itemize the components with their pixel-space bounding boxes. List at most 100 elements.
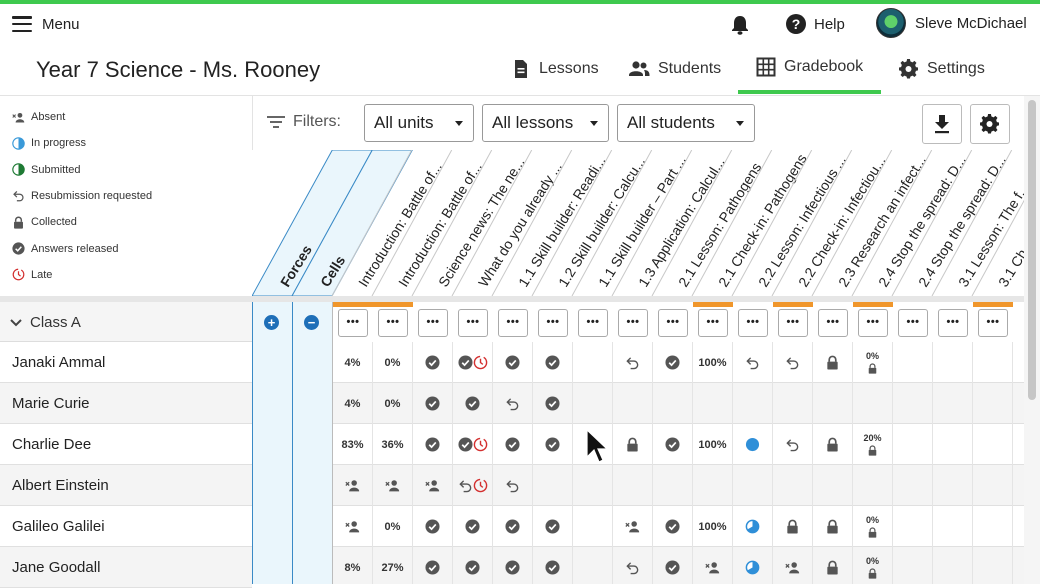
column-actions-button[interactable]: •••	[618, 309, 648, 337]
grade-cell[interactable]	[973, 424, 1013, 465]
grade-cell[interactable]	[733, 547, 773, 584]
grade-cell[interactable]: 0%	[853, 506, 893, 547]
grade-cell[interactable]	[493, 506, 533, 547]
grade-cell[interactable]	[733, 506, 773, 547]
grade-cell[interactable]	[573, 342, 613, 383]
grade-cell[interactable]	[693, 465, 733, 506]
grade-cell[interactable]	[893, 383, 933, 424]
grade-cell[interactable]	[493, 383, 533, 424]
student-name-row[interactable]: Galileo Galilei	[0, 506, 252, 547]
student-name-row[interactable]: Marie Curie	[0, 383, 252, 424]
grade-cell[interactable]: 0%	[373, 506, 413, 547]
help-button[interactable]: ? Help	[786, 14, 845, 34]
menu-button[interactable]: Menu	[12, 12, 80, 36]
grade-cell[interactable]	[493, 424, 533, 465]
grade-cell[interactable]	[653, 547, 693, 584]
grade-cell[interactable]	[933, 424, 973, 465]
grade-cell[interactable]: 27%	[373, 547, 413, 584]
grade-cell[interactable]	[893, 424, 933, 465]
grade-cell[interactable]	[533, 383, 573, 424]
vertical-scrollbar[interactable]	[1024, 96, 1040, 584]
column-actions-button[interactable]: •••	[898, 309, 928, 337]
tab-settings[interactable]: Settings	[899, 44, 985, 94]
grade-cell[interactable]	[613, 342, 653, 383]
column-actions-button[interactable]: •••	[378, 309, 408, 337]
grade-cell[interactable]	[813, 547, 853, 584]
grade-cell[interactable]	[733, 465, 773, 506]
grade-cell[interactable]	[733, 424, 773, 465]
grade-cell[interactable]	[613, 424, 653, 465]
grade-cell[interactable]	[933, 506, 973, 547]
lessons-select[interactable]: All lessons	[482, 104, 609, 142]
column-actions-button[interactable]: •••	[818, 309, 848, 337]
class-row[interactable]: Class A	[0, 302, 252, 342]
grade-cell[interactable]: 100%	[693, 424, 733, 465]
collapse-group-icon[interactable]: −	[304, 315, 319, 330]
tab-lessons[interactable]: Lessons	[511, 44, 599, 94]
grade-cell[interactable]	[813, 465, 853, 506]
grade-cell[interactable]: 0%	[373, 383, 413, 424]
column-actions-button[interactable]: •••	[738, 309, 768, 337]
grade-cell[interactable]: 83%	[333, 424, 373, 465]
grade-cell[interactable]: 0%	[373, 342, 413, 383]
grade-cell[interactable]	[893, 506, 933, 547]
grade-cell[interactable]	[893, 342, 933, 383]
grade-cell[interactable]	[413, 465, 453, 506]
grade-cell[interactable]: 4%	[333, 342, 373, 383]
grade-cell[interactable]	[333, 465, 373, 506]
column-actions-button[interactable]: •••	[778, 309, 808, 337]
grade-cell[interactable]	[893, 547, 933, 584]
students-select[interactable]: All students	[617, 104, 755, 142]
column-actions-button[interactable]: •••	[978, 309, 1008, 337]
download-button[interactable]	[922, 104, 962, 144]
student-name-row[interactable]: Janaki Ammal	[0, 342, 252, 383]
grade-cell[interactable]	[653, 342, 693, 383]
grade-cell[interactable]	[813, 383, 853, 424]
column-actions-button[interactable]: •••	[418, 309, 448, 337]
tab-students[interactable]: Students	[628, 44, 721, 94]
grade-cell[interactable]	[973, 465, 1013, 506]
grade-cell[interactable]	[973, 547, 1013, 584]
grade-cell[interactable]	[653, 383, 693, 424]
grade-cell[interactable]	[573, 383, 613, 424]
grade-cell[interactable]	[413, 506, 453, 547]
grade-cell[interactable]	[613, 465, 653, 506]
column-actions-button[interactable]: •••	[658, 309, 688, 337]
column-actions-button[interactable]: •••	[938, 309, 968, 337]
grade-cell[interactable]	[613, 506, 653, 547]
column-header-16[interactable]: 3.1 Ch	[995, 246, 1024, 289]
grade-cell[interactable]	[973, 506, 1013, 547]
grade-cell[interactable]: 100%	[693, 342, 733, 383]
grade-cell[interactable]	[813, 424, 853, 465]
grade-cell[interactable]	[773, 465, 813, 506]
grade-cell[interactable]	[413, 547, 453, 584]
grade-cell[interactable]	[413, 383, 453, 424]
grade-cell[interactable]	[773, 342, 813, 383]
grade-cell[interactable]	[773, 424, 813, 465]
grade-cell[interactable]	[533, 342, 573, 383]
grade-cell[interactable]: 36%	[373, 424, 413, 465]
student-name-row[interactable]: Jane Goodall	[0, 547, 252, 588]
grade-cell[interactable]	[453, 383, 493, 424]
grade-cell[interactable]	[453, 506, 493, 547]
grade-cell[interactable]	[333, 506, 373, 547]
grade-cell[interactable]	[573, 506, 613, 547]
grade-cell[interactable]	[413, 424, 453, 465]
grade-cell[interactable]	[693, 547, 733, 584]
grid-settings-button[interactable]	[970, 104, 1010, 144]
grade-cell[interactable]	[933, 547, 973, 584]
grade-cell[interactable]	[853, 465, 893, 506]
grade-cell[interactable]	[493, 465, 533, 506]
column-actions-button[interactable]: •••	[698, 309, 728, 337]
grade-cell[interactable]: 20%	[853, 424, 893, 465]
grade-cell[interactable]	[493, 547, 533, 584]
grade-cell[interactable]: 0%	[853, 342, 893, 383]
grade-cell[interactable]	[533, 465, 573, 506]
grade-cell[interactable]: 100%	[693, 506, 733, 547]
grade-cell[interactable]	[533, 506, 573, 547]
grade-cell[interactable]	[453, 547, 493, 584]
grade-cell[interactable]	[453, 342, 493, 383]
grade-cell[interactable]	[973, 342, 1013, 383]
grade-cell[interactable]	[973, 383, 1013, 424]
user-menu[interactable]: Sleve McDichael	[876, 8, 1027, 38]
